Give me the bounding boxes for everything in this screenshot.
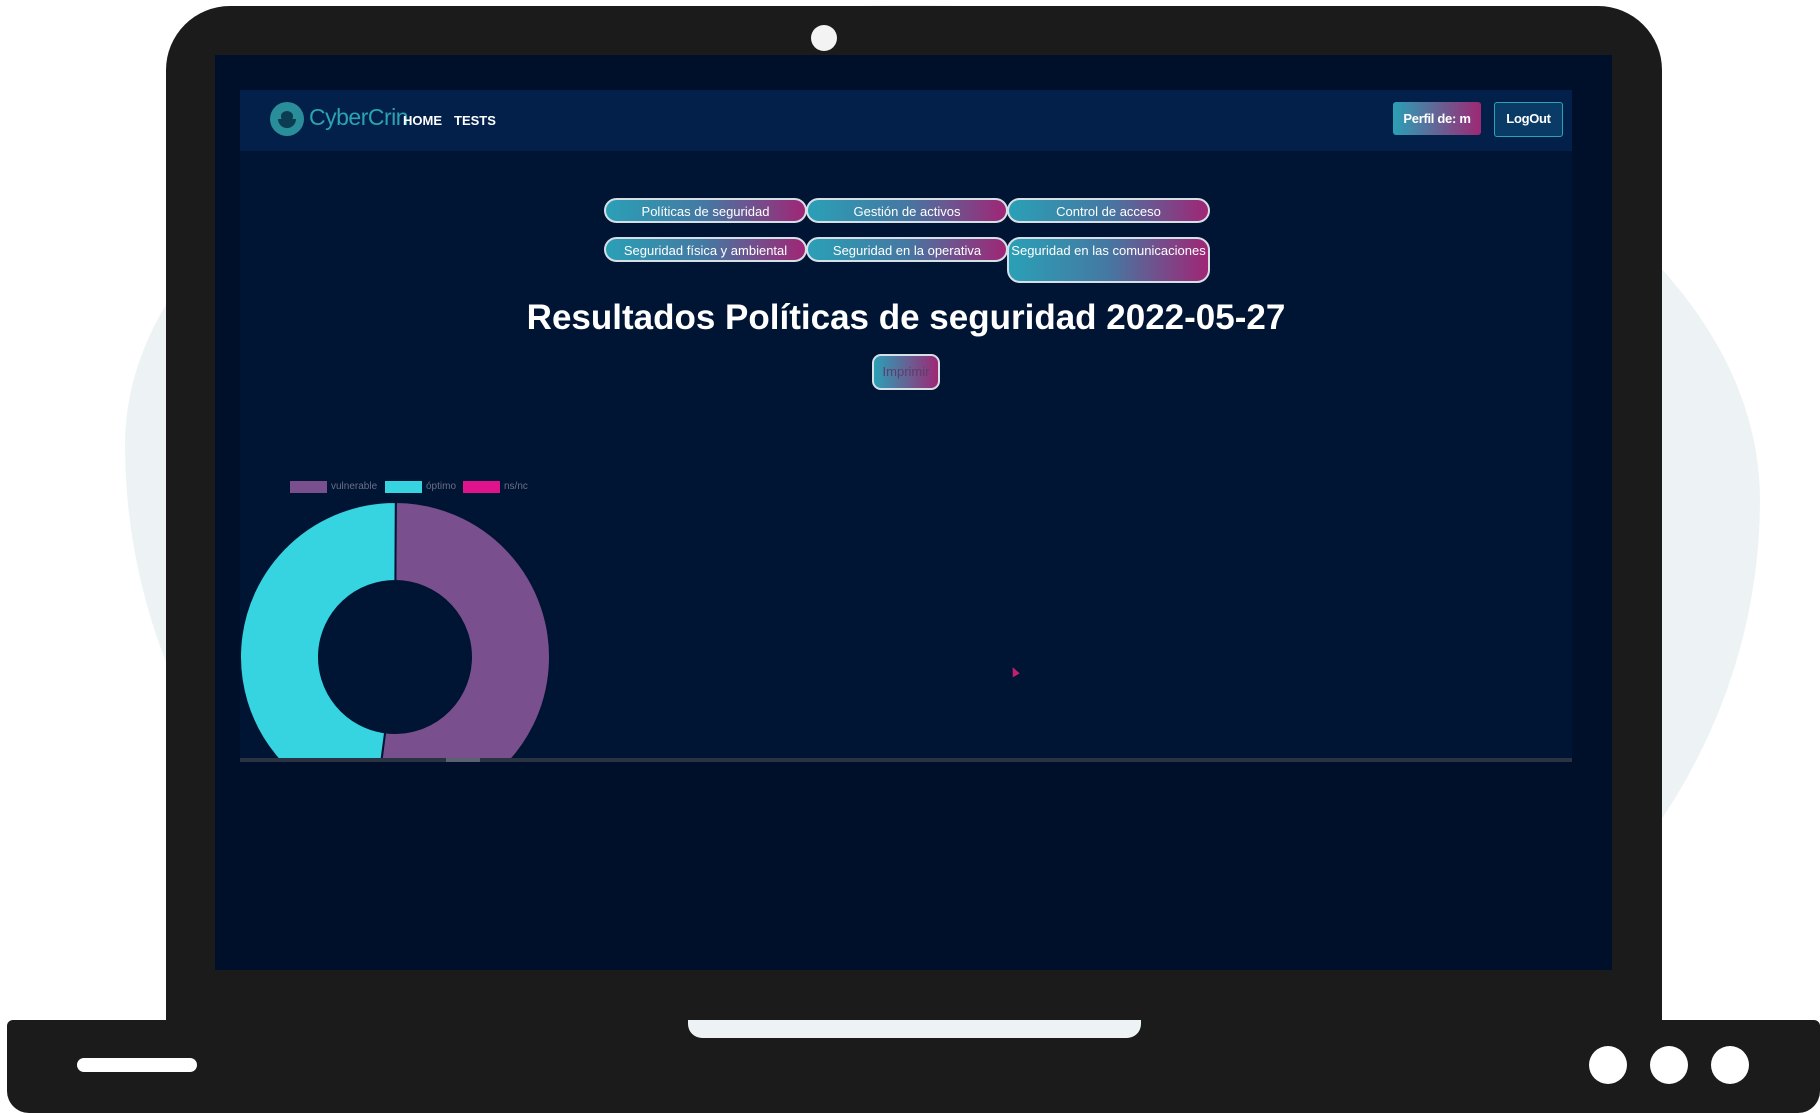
logout-button[interactable]: LogOut <box>1494 102 1563 137</box>
profile-button[interactable]: Perfil de: m <box>1393 102 1481 135</box>
legend-label-nsnc: ns/nc <box>504 481 528 492</box>
laptop-dot <box>1589 1046 1627 1084</box>
results-chart <box>240 480 640 762</box>
tab-gestion-activos[interactable]: Gestión de activos <box>806 198 1008 223</box>
tab-seguridad-operativa[interactable]: Seguridad en la operativa <box>806 237 1008 262</box>
app-window: CyberCrin HOME TESTS Perfil de: m LogOut… <box>240 90 1572 762</box>
logo-icon[interactable] <box>270 102 304 136</box>
webcam-icon <box>811 25 837 51</box>
navbar: CyberCrin HOME TESTS Perfil de: m LogOut <box>240 90 1572 151</box>
mouse-cursor-icon <box>1008 665 1020 678</box>
nav-link-tests[interactable]: TESTS <box>454 113 496 128</box>
laptop-dot <box>1711 1046 1749 1084</box>
page-title: Resultados Políticas de seguridad 2022-0… <box>526 298 1286 337</box>
donut-slice-vulnerable[interactable] <box>375 500 551 762</box>
legend-swatch-nsnc[interactable] <box>463 481 500 493</box>
tab-control-acceso[interactable]: Control de acceso <box>1007 198 1210 223</box>
logo-text[interactable]: CyberCrin <box>309 104 409 131</box>
laptop-slot <box>77 1058 197 1072</box>
scrollbar-thumb[interactable] <box>446 758 480 762</box>
laptop-screen: CyberCrin HOME TESTS Perfil de: m LogOut… <box>215 55 1612 970</box>
legend-swatch-vulnerable[interactable] <box>290 481 327 493</box>
tab-seguridad-fisica[interactable]: Seguridad física y ambiental <box>604 237 807 262</box>
tab-politicas-seguridad[interactable]: Políticas de seguridad <box>604 198 807 223</box>
donut-chart <box>240 500 551 762</box>
donut-slice-ptimo[interactable] <box>240 501 397 762</box>
legend-swatch-optimo[interactable] <box>385 481 422 493</box>
legend-label-vulnerable: vulnerable <box>331 481 378 492</box>
tab-seguridad-comunicaciones[interactable]: Seguridad en las comunicaciones <box>1007 237 1210 283</box>
laptop-notch <box>688 1020 1141 1038</box>
laptop-dot <box>1650 1046 1688 1084</box>
print-button[interactable]: Imprimir <box>872 354 940 390</box>
nav-link-home[interactable]: HOME <box>403 113 442 128</box>
legend-label-optimo: óptimo <box>426 481 457 492</box>
horizontal-scrollbar[interactable] <box>240 758 1572 762</box>
